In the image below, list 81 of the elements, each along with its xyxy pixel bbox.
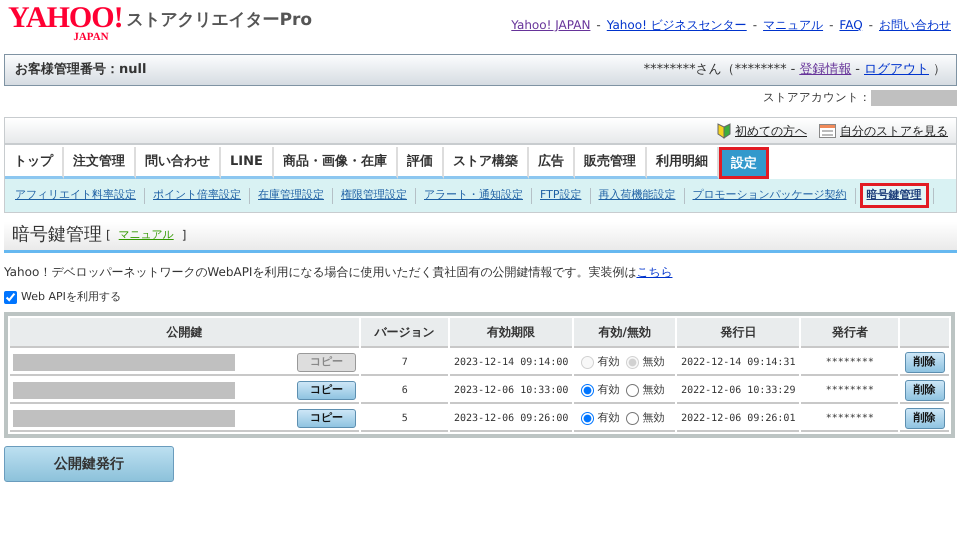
version-cell: 7 bbox=[361, 350, 448, 376]
checkbox-label: Web APIを利用する bbox=[21, 288, 121, 305]
delete-button[interactable]: 削除 bbox=[904, 408, 945, 428]
header-link[interactable]: お問い合わせ bbox=[879, 16, 951, 34]
header-link[interactable]: FAQ bbox=[839, 16, 863, 34]
header-link[interactable]: マニュアル bbox=[763, 16, 824, 34]
radio-label: 無効 bbox=[642, 382, 665, 398]
issued-cell: 2022-12-06 10:33:29 bbox=[677, 378, 800, 404]
subnav-link[interactable]: ポイント倍率設定 bbox=[149, 186, 245, 205]
radio-label: 無効 bbox=[642, 354, 665, 370]
radio-label: 無効 bbox=[642, 410, 665, 426]
link-separator: - bbox=[829, 17, 834, 34]
issuer-cell: ******** bbox=[801, 406, 898, 432]
link-separator: - bbox=[790, 61, 796, 80]
bracket: [ bbox=[106, 227, 111, 244]
issuer-cell: ******** bbox=[801, 350, 898, 376]
column-header: 有効期限 bbox=[450, 318, 572, 348]
radio-label: 有効 bbox=[598, 382, 620, 398]
copy-button[interactable]: コピー bbox=[297, 409, 356, 428]
expiry-cell: 2023-12-14 09:14:00 bbox=[450, 350, 572, 376]
column-header: 発行日 bbox=[677, 318, 800, 348]
subnav-link[interactable]: プロモーションパッケージ契約 bbox=[688, 186, 850, 205]
enabled-radio[interactable] bbox=[580, 384, 594, 397]
expiry-cell: 2023-12-06 09:26:00 bbox=[450, 406, 572, 432]
nav-tab[interactable]: 評価 bbox=[398, 147, 444, 180]
link-separator: - bbox=[868, 17, 873, 34]
subnav-link[interactable]: アフィリエイト料率設定 bbox=[11, 186, 140, 205]
api-checkbox[interactable] bbox=[4, 290, 17, 304]
store-account-label: ストアアカウント： bbox=[763, 89, 871, 106]
helper-link[interactable]: 自分のストアを見る bbox=[840, 122, 948, 140]
account-link[interactable]: 登録情報 bbox=[799, 60, 852, 80]
example-link[interactable]: こちら bbox=[636, 264, 672, 279]
radio-label: 有効 bbox=[598, 354, 620, 370]
bracket: ] bbox=[182, 227, 186, 244]
link-separator: - bbox=[855, 61, 860, 80]
column-header: 発行者 bbox=[801, 318, 898, 348]
column-header: バージョン bbox=[361, 318, 448, 348]
subnav-link[interactable]: FTP設定 bbox=[536, 186, 586, 205]
enabled-radio[interactable] bbox=[580, 412, 594, 425]
page-title: 暗号鍵管理 bbox=[12, 224, 102, 246]
expiry-cell: 2023-12-06 10:33:00 bbox=[450, 378, 572, 404]
version-cell: 5 bbox=[361, 406, 448, 432]
subnav-link[interactable]: 在庫管理設定 bbox=[254, 186, 328, 205]
customer-number: お客様管理番号：null bbox=[15, 60, 146, 80]
column-header: 公開鍵 bbox=[10, 318, 360, 348]
link-separator: - bbox=[596, 17, 601, 34]
logo-brand: YAHOO! bbox=[8, 4, 123, 32]
nav-tab[interactable]: 商品・画像・在庫 bbox=[274, 147, 398, 180]
column-header: 有効/無効 bbox=[574, 318, 676, 348]
nav-tab[interactable]: ストア構築 bbox=[444, 147, 529, 180]
radio-label: 有効 bbox=[598, 410, 620, 426]
subnav-link[interactable]: アラート・通知設定 bbox=[420, 186, 527, 205]
beginner-mark-icon bbox=[717, 122, 731, 139]
version-cell: 6 bbox=[361, 378, 448, 404]
logo-region: JAPAN bbox=[72, 32, 110, 43]
account-link[interactable]: ログアウト bbox=[864, 60, 929, 80]
description-text: Yahoo！デベロッパーネットワークのWebAPIを利用になる場合に使用いただく貴社固有の公開鍵情報です。実装例は こちら bbox=[4, 264, 674, 281]
issued-cell: 2022-12-14 09:14:31 bbox=[677, 350, 800, 376]
product-name: ストアクリエイターPro bbox=[126, 9, 312, 32]
header-link[interactable]: Yahoo! ビジネスセンター bbox=[606, 16, 747, 34]
nav-tab[interactable]: LINE bbox=[221, 147, 274, 180]
nav-tab[interactable]: 販売管理 bbox=[574, 147, 647, 180]
issue-key-button[interactable]: 公開鍵発行 bbox=[4, 446, 174, 482]
nav-tab[interactable]: 注文管理 bbox=[64, 147, 136, 180]
issuer-cell: ******** bbox=[801, 378, 898, 404]
header-link[interactable]: Yahoo! JAPAN bbox=[511, 16, 590, 34]
user-name: ********さん（******** bbox=[644, 61, 787, 80]
delete-button[interactable]: 削除 bbox=[904, 380, 945, 400]
nav-tab[interactable]: トップ bbox=[5, 147, 64, 180]
nav-tab[interactable]: 問い合わせ bbox=[136, 147, 221, 180]
helper-link[interactable]: 初めての方へ bbox=[735, 122, 807, 140]
nav-tab[interactable]: 広告 bbox=[528, 147, 575, 180]
subnav-link[interactable]: 暗号鍵管理 bbox=[860, 183, 928, 208]
nav-tab[interactable]: 利用明細 bbox=[646, 147, 719, 180]
subnav-link[interactable]: 再入荷機能設定 bbox=[594, 186, 680, 205]
issued-cell: 2022-12-06 09:26:01 bbox=[677, 406, 800, 432]
browser-window-icon bbox=[819, 124, 836, 138]
closing-paren: ） bbox=[933, 61, 946, 80]
copy-button[interactable]: コピー bbox=[297, 381, 356, 400]
link-separator: - bbox=[752, 17, 758, 34]
subnav-link[interactable]: 権限管理設定 bbox=[337, 186, 411, 205]
